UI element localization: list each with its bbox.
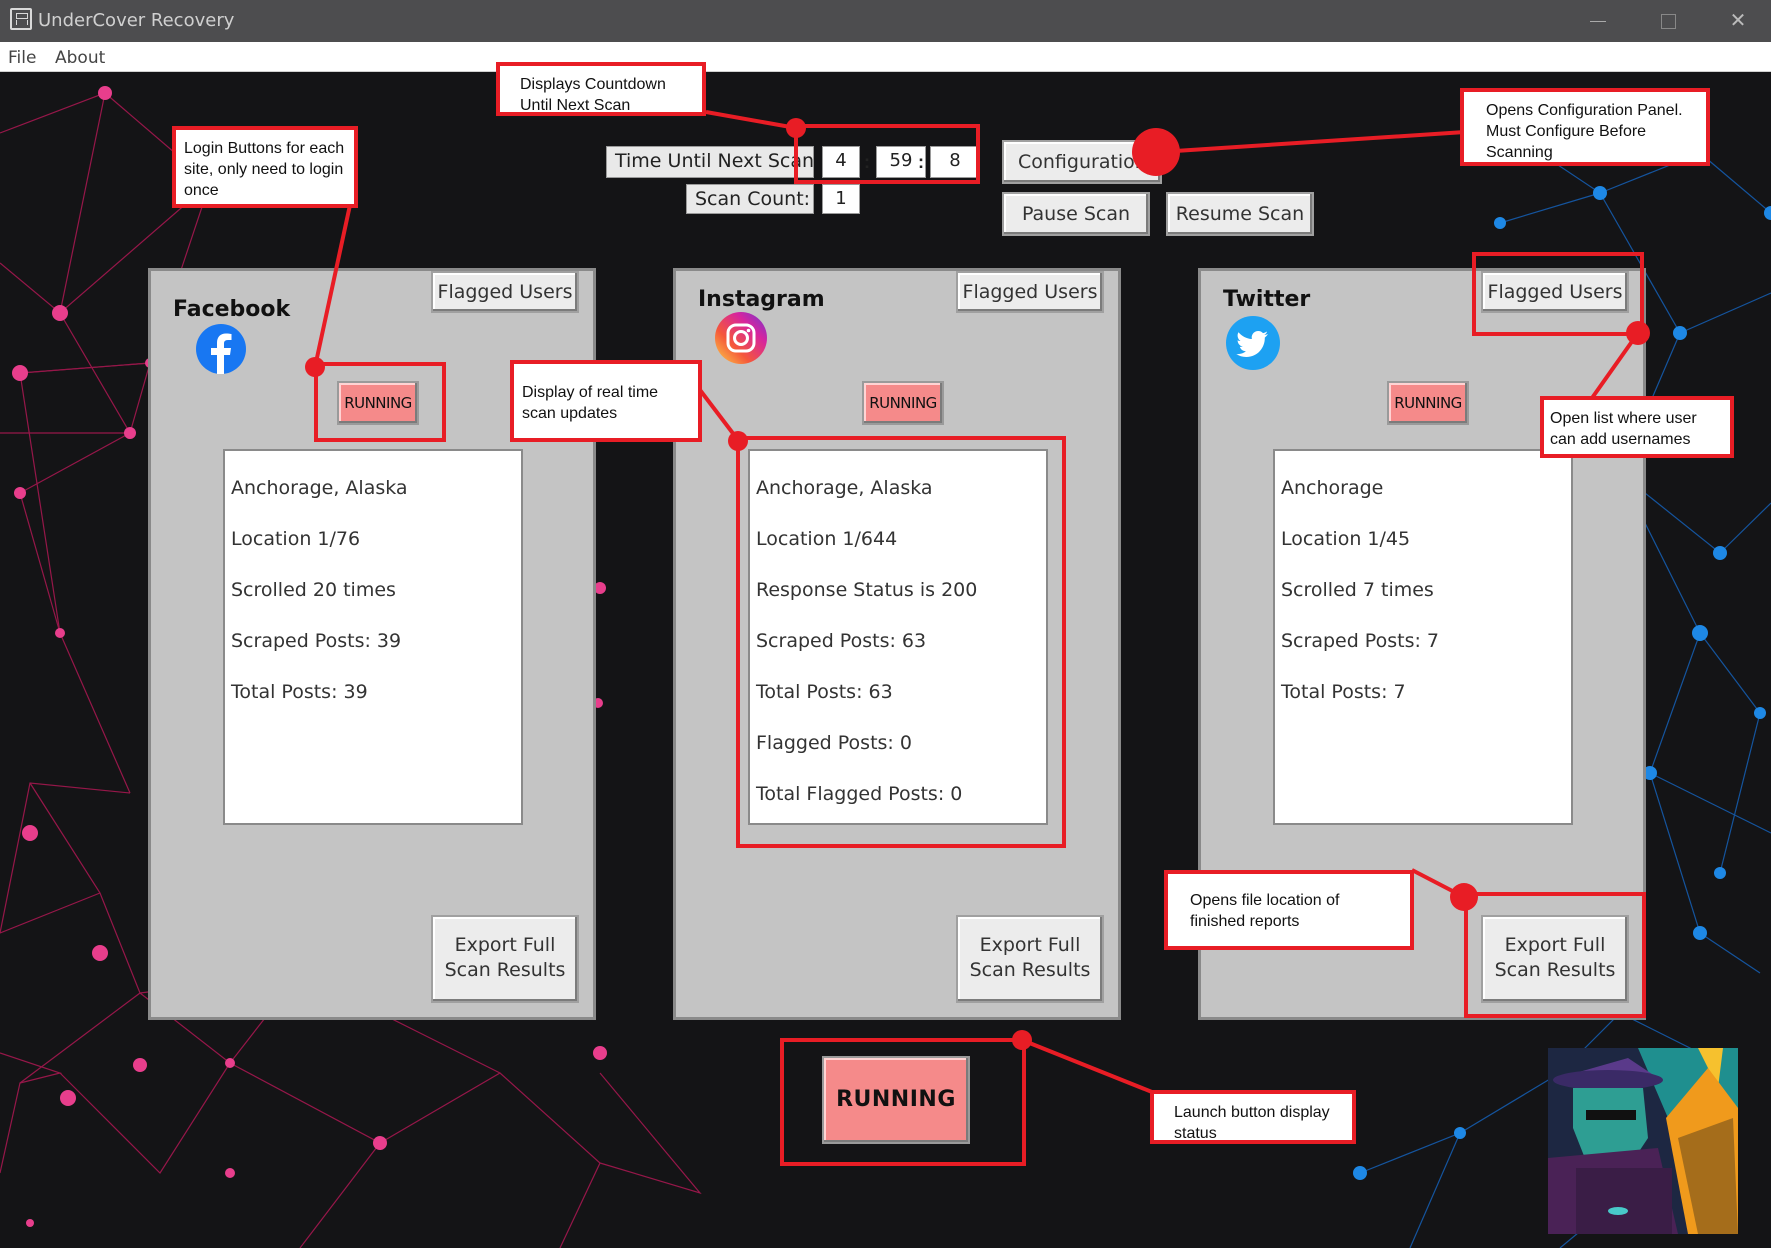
export-label-line2: Scan Results [444,959,566,981]
facebook-scan-log: Anchorage, Alaska Location 1/76 Scrolled… [223,449,523,825]
instagram-icon [715,312,767,364]
facebook-flagged-users-button[interactable]: Flagged Users [431,271,579,313]
log-line: Scrolled 20 times [231,579,396,601]
panel-title-twitter: Twitter [1223,287,1311,312]
launch-highlight [780,1038,1026,1166]
minimize-icon[interactable] [1580,6,1616,36]
log-line: Scraped Posts: 7 [1281,630,1439,652]
menu-file[interactable]: File [8,48,36,68]
annotation-launch: Launch button display status [1150,1090,1356,1144]
twitter-login-button[interactable]: RUNNING [1387,381,1469,425]
export-highlight [1464,892,1646,1018]
login-highlight [314,362,446,442]
realtime-highlight [736,436,1066,848]
time-until-next-scan-label: Time Until Next Scan: [606,146,814,178]
twitter-icon [1226,316,1280,370]
window-title: UnderCover Recovery [38,10,235,31]
close-icon[interactable]: ✕ [1720,6,1756,36]
countdown-highlight [794,124,980,184]
annotation-export: Opens file location of finished reports [1164,870,1414,950]
instagram-export-button[interactable]: Export Full Scan Results [956,915,1104,1003]
panel-title-facebook: Facebook [173,297,291,322]
log-line: Total Posts: 7 [1281,681,1406,703]
log-line: Location 1/45 [1281,528,1411,550]
detective-avatar [1548,1048,1738,1234]
instagram-flagged-users-button[interactable]: Flagged Users [956,271,1104,313]
twitter-scan-log: Anchorage Location 1/45 Scrolled 7 times… [1273,449,1573,825]
annotation-realtime: Display of real time scan updates [510,360,702,442]
instagram-login-button[interactable]: RUNNING [862,381,944,425]
annotation-config: Opens Configuration Panel. Must Configur… [1460,88,1710,166]
log-line: Scraped Posts: 39 [231,630,402,652]
maximize-icon[interactable] [1650,6,1686,36]
pause-scan-button[interactable]: Pause Scan [1002,192,1150,236]
scan-count-label: Scan Count: [686,184,814,214]
app-icon [10,8,32,30]
resume-scan-button[interactable]: Resume Scan [1166,192,1314,236]
log-line: Location 1/76 [231,528,361,550]
menu-about[interactable]: About [55,48,105,68]
export-label-line1: Export Full [454,934,556,956]
facebook-icon [196,324,246,374]
title-bar: UnderCover Recovery ✕ [0,0,1771,42]
scan-count-value: 1 [822,184,860,214]
menu-bar: File About [0,42,1771,72]
annotation-login: Login Buttons for each site, only need t… [172,126,358,208]
annotation-countdown: Displays Countdown Until Next Scan [496,62,706,116]
flagged-highlight [1472,252,1644,336]
panel-title-instagram: Instagram [698,287,825,312]
export-label-line1: Export Full [979,934,1081,956]
log-line: Anchorage [1281,477,1384,499]
log-line: Total Posts: 39 [231,681,368,703]
log-line: Scrolled 7 times [1281,579,1434,601]
facebook-export-button[interactable]: Export Full Scan Results [431,915,579,1003]
log-line: Anchorage, Alaska [231,477,408,499]
export-label-line2: Scan Results [969,959,1091,981]
configuration-button[interactable]: Configuration [1002,140,1162,184]
annotation-flagged: Open list where user can add usernames [1540,396,1734,458]
